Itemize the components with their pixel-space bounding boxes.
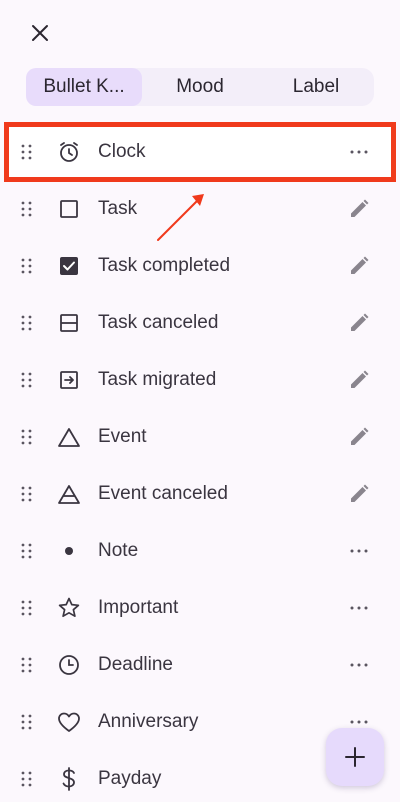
list-item-label: Note <box>98 539 139 561</box>
drag-handle-icon[interactable] <box>20 542 34 560</box>
drag-handle-icon[interactable] <box>20 314 34 332</box>
deadline-clock-icon <box>56 652 82 678</box>
list-item[interactable]: Task canceled <box>0 294 400 351</box>
drag-handle-icon[interactable] <box>20 428 34 446</box>
list-item[interactable]: Task <box>0 180 400 237</box>
drag-handle-icon[interactable] <box>20 770 34 788</box>
list-item-label: Task <box>98 197 138 219</box>
list-item-label: Event canceled <box>98 482 228 504</box>
list-item-label: Task completed <box>98 254 231 276</box>
edit-pencil-icon[interactable] <box>344 367 374 393</box>
dollar-icon <box>56 766 82 792</box>
list-item[interactable]: Task completed <box>0 237 400 294</box>
triangle-icon <box>56 424 82 450</box>
add-button[interactable] <box>326 728 384 786</box>
star-icon <box>56 595 82 621</box>
list-item-label: Clock <box>98 140 146 162</box>
plus-icon <box>345 747 365 767</box>
close-icon <box>32 25 48 41</box>
edit-pencil-icon[interactable] <box>344 253 374 279</box>
tab-bullet-key[interactable]: Bullet K... <box>26 68 142 106</box>
list-item[interactable]: Deadline <box>0 636 400 693</box>
drag-handle-icon[interactable] <box>20 200 34 218</box>
more-options-icon[interactable] <box>344 652 374 678</box>
edit-pencil-icon[interactable] <box>344 424 374 450</box>
edit-pencil-icon[interactable] <box>344 196 374 222</box>
list-item-label: Payday <box>98 767 162 789</box>
clock-icon <box>56 139 82 165</box>
list-item-label: Deadline <box>98 653 173 675</box>
drag-handle-icon[interactable] <box>20 143 34 161</box>
more-options-icon[interactable] <box>344 595 374 621</box>
category-tabs: Bullet K... Mood Label <box>26 68 374 106</box>
list-item[interactable]: Task migrated <box>0 351 400 408</box>
list-item[interactable]: Clock <box>0 123 400 180</box>
dot-icon <box>56 538 82 564</box>
list-item-label: Important <box>98 596 179 618</box>
drag-handle-icon[interactable] <box>20 656 34 674</box>
drag-handle-icon[interactable] <box>20 485 34 503</box>
list-item-label: Anniversary <box>98 710 199 732</box>
drag-handle-icon[interactable] <box>20 599 34 617</box>
drag-handle-icon[interactable] <box>20 371 34 389</box>
edit-pencil-icon[interactable] <box>344 481 374 507</box>
list-item[interactable]: Event canceled <box>0 465 400 522</box>
close-button[interactable] <box>22 18 58 48</box>
list-item-label: Task canceled <box>98 311 219 333</box>
list-item[interactable]: Event <box>0 408 400 465</box>
more-options-icon[interactable] <box>344 538 374 564</box>
migrated-box-icon <box>56 367 82 393</box>
tab-label[interactable]: Label <box>258 68 374 106</box>
list-item[interactable]: Note <box>0 522 400 579</box>
square-icon <box>56 196 82 222</box>
canceled-box-icon <box>56 310 82 336</box>
list-item-label: Event <box>98 425 147 447</box>
list-item-label: Task migrated <box>98 368 217 390</box>
canceled-triangle-icon <box>56 481 82 507</box>
drag-handle-icon[interactable] <box>20 257 34 275</box>
more-options-icon[interactable] <box>344 139 374 165</box>
drag-handle-icon[interactable] <box>20 713 34 731</box>
heart-icon <box>56 709 82 735</box>
list-item[interactable]: Important <box>0 579 400 636</box>
checked-box-icon <box>56 253 82 279</box>
tab-mood[interactable]: Mood <box>142 68 258 106</box>
edit-pencil-icon[interactable] <box>344 310 374 336</box>
